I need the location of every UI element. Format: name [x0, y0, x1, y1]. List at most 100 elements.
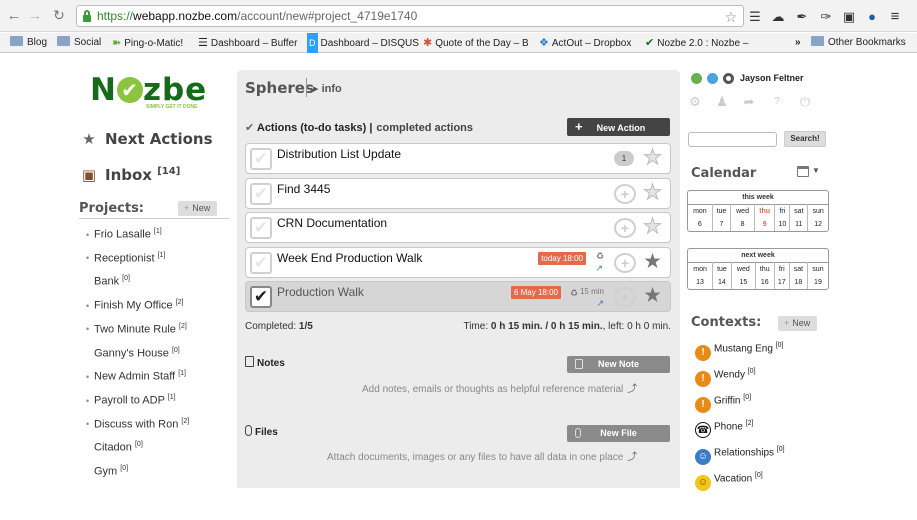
user-icon[interactable]: ♟	[715, 95, 729, 109]
address-bar[interactable]: https://webapp.nozbe.com/account/new#pro…	[76, 5, 744, 27]
buffer-extension-icon[interactable]: ☰	[746, 8, 764, 26]
task-name[interactable]: Distribution List Update	[277, 147, 401, 161]
project-item[interactable]: • Finish My Office [2]	[86, 299, 184, 312]
forward-icon[interactable]: →	[26, 7, 44, 24]
other-bookmarks[interactable]: Other Bookmarks	[811, 33, 906, 53]
calendar-date[interactable]: 8	[730, 218, 755, 231]
project-item[interactable]: • New Admin Staff [1]	[86, 370, 186, 383]
next-actions-link[interactable]: ★ Next Actions	[79, 130, 212, 148]
new-project-button[interactable]: + New	[178, 201, 218, 216]
info-toggle[interactable]: ▸ info	[313, 82, 342, 95]
calendar-date[interactable]: 19	[807, 276, 828, 289]
bookmark-nozbe[interactable]: ✔ Nozbe 2.0 : Nozbe –	[645, 33, 748, 54]
star-icon[interactable]: ★	[643, 146, 663, 170]
task-name[interactable]: Production Walk	[277, 285, 364, 299]
back-icon[interactable]: ←	[5, 7, 23, 24]
calendar-icon[interactable]	[797, 166, 809, 177]
project-item[interactable]: • Payroll to ADP [1]	[86, 394, 176, 407]
completed-actions-link[interactable]: completed actions	[376, 122, 473, 134]
status-blue-icon[interactable]	[707, 73, 718, 84]
help-icon[interactable]: ?	[770, 95, 784, 109]
calendar-date[interactable]: 13	[688, 276, 714, 289]
calendar-date[interactable]: 12	[808, 218, 828, 231]
task-name[interactable]: Week End Production Walk	[277, 251, 422, 265]
context-item[interactable]: ! Mustang Eng [0]	[695, 342, 784, 362]
project-item[interactable]: Gym [0]	[86, 465, 128, 478]
task-row[interactable]: ✔ Find 3445 + ★	[245, 177, 671, 209]
info-extension-icon[interactable]: ●	[863, 8, 881, 26]
calendar-date[interactable]: 18	[789, 276, 808, 289]
task-name[interactable]: Find 3445	[277, 182, 330, 196]
project-item[interactable]: • Discuss with Ron [2]	[86, 418, 189, 431]
search-input[interactable]	[688, 132, 777, 147]
star-icon[interactable]: ★	[643, 215, 663, 239]
calendar-date[interactable]: 7	[712, 218, 732, 231]
context-item[interactable]: ☺ Relationships [0]	[695, 446, 785, 466]
nozbe-logo[interactable]: N ✔ zbe	[90, 72, 207, 108]
task-row[interactable]: ✔ CRN Documentation + ★	[245, 212, 671, 243]
task-row[interactable]: ✔ Production Walk + ★ 6 May 18:00 ♻ ↗ 15 min	[245, 281, 671, 312]
pen-extension-icon[interactable]: ✒	[793, 8, 811, 26]
bookmark-ping-o-matic[interactable]: ➽ Ping-o-Matic!	[112, 33, 183, 54]
project-item[interactable]: • Frio Lasalle [1]	[86, 228, 162, 241]
project-item[interactable]: • Receptionist [1]	[86, 252, 165, 265]
project-item[interactable]: Citadon [0]	[86, 441, 143, 454]
inbox-link[interactable]: ▣ Inbox [14]	[79, 166, 180, 184]
menu-icon[interactable]: ≡	[886, 8, 904, 26]
bookmark-star-icon[interactable]: ☆	[724, 7, 737, 27]
tool-extension-icon[interactable]: ✑	[817, 8, 835, 26]
add-comment-icon[interactable]: +	[614, 287, 636, 307]
project-item[interactable]: Bank [0]	[86, 275, 130, 288]
share-icon[interactable]: ➦	[742, 95, 756, 109]
star-icon[interactable]: ★	[643, 250, 662, 274]
new-action-button[interactable]: + New Action	[567, 118, 670, 136]
new-context-button[interactable]: + New	[778, 316, 818, 331]
context-item[interactable]: ! Griffin [0]	[695, 394, 751, 414]
calendar-date[interactable]: 6	[688, 218, 713, 231]
star-icon[interactable]: ★	[643, 180, 663, 205]
bookmark-blog[interactable]: Blog	[10, 33, 47, 53]
task-name[interactable]: CRN Documentation	[277, 216, 387, 230]
task-checkbox[interactable]: ✔	[250, 182, 272, 205]
context-item[interactable]: ☎ Phone [2]	[695, 420, 754, 439]
calendar-date[interactable]: 16	[755, 276, 775, 289]
add-comment-icon[interactable]: +	[614, 252, 636, 273]
project-item[interactable]: Ganny's House [0]	[86, 347, 180, 360]
add-comment-icon[interactable]: +	[614, 218, 636, 238]
screenshot-extension-icon[interactable]: ▣	[840, 8, 858, 26]
chevron-down-icon[interactable]: ▼	[812, 166, 820, 175]
task-checkbox[interactable]: ✔	[250, 286, 272, 308]
settings-icon[interactable]: ⚙	[688, 95, 702, 109]
calendar-date[interactable]: 9	[754, 218, 776, 231]
status-green-icon[interactable]	[691, 73, 702, 84]
bookmark-quote-of-the-day[interactable]: ✱ Quote of the Day – B	[423, 33, 529, 54]
star-icon[interactable]: ★	[643, 284, 662, 308]
context-item[interactable]: ☺ Vacation [0]	[695, 472, 763, 492]
new-file-button[interactable]: New File	[567, 425, 670, 442]
project-item[interactable]: • Two Minute Rule [2]	[86, 323, 187, 336]
bookmark-dropbox[interactable]: ❖ ActOut – Dropbox	[539, 33, 631, 54]
task-row[interactable]: ✔ Week End Production Walk + ★ today 18:00 ♻ ↗	[245, 246, 671, 278]
calendar-date[interactable]: 17	[774, 276, 790, 289]
calendar-date[interactable]: 10	[774, 218, 791, 231]
task-checkbox[interactable]: ✔	[250, 148, 272, 170]
task-checkbox[interactable]: ✔	[250, 251, 272, 274]
bookmark-disqus[interactable]: D Dashboard – DISQUS	[307, 33, 419, 54]
new-note-button[interactable]: New Note	[567, 356, 670, 373]
task-checkbox[interactable]: ✔	[250, 217, 272, 239]
comment-count-badge[interactable]: 1	[614, 151, 634, 166]
calendar-date[interactable]: 15	[731, 276, 756, 289]
bookmark-social[interactable]: Social	[57, 33, 101, 53]
add-comment-icon[interactable]: +	[614, 183, 636, 204]
power-icon[interactable]: ⏻	[798, 95, 812, 109]
calendar-date[interactable]: 11	[789, 218, 809, 231]
user-name[interactable]: Jayson Feltner	[740, 73, 804, 83]
bookmarks-overflow[interactable]: »	[795, 33, 801, 53]
calendar-date[interactable]: 14	[712, 276, 732, 289]
task-row[interactable]: ✔ Distribution List Update 1 ★	[245, 143, 671, 174]
status-selected-icon[interactable]	[723, 73, 734, 84]
reload-icon[interactable]: ↻	[50, 7, 68, 24]
context-item[interactable]: ! Wendy [0]	[695, 368, 756, 388]
cloud-extension-icon[interactable]: ☁	[769, 8, 787, 26]
search-button[interactable]: Search!	[784, 131, 826, 147]
